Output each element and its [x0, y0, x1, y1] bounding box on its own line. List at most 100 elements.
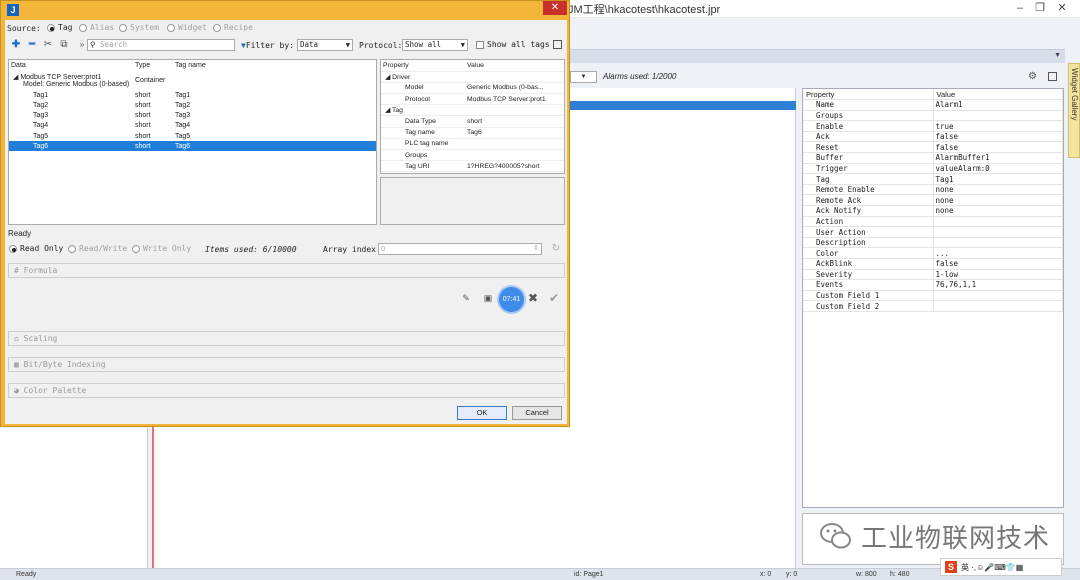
property-row[interactable]: Severity 1-low — [803, 269, 1063, 281]
show-all-tags-checkbox[interactable]: Show all tags — [476, 40, 550, 49]
property-row[interactable]: Remote Enable none — [803, 184, 1063, 196]
property-row[interactable]: Trigger valueAlarm:0 — [803, 163, 1063, 175]
alarm-select[interactable]: ▼ — [570, 71, 597, 83]
radio-alias[interactable]: Alias — [79, 23, 114, 32]
scaling-section[interactable]: ⚖ Scaling — [8, 331, 565, 346]
property-value[interactable]: Alarm1 — [933, 99, 1063, 111]
property-row[interactable]: Action — [803, 216, 1063, 228]
property-row[interactable]: AckBlink false — [803, 258, 1063, 270]
tag-row[interactable]: Tag2 short Tag2 — [9, 100, 376, 110]
add-icon[interactable]: ✚ — [9, 38, 23, 52]
maximize-icon[interactable]: ❐ — [1030, 0, 1050, 16]
property-value[interactable]: false — [933, 141, 1063, 154]
save-icon[interactable]: ▣ — [481, 291, 495, 305]
property-row[interactable]: Data Type short — [381, 115, 564, 128]
property-row[interactable]: Enable true — [803, 120, 1063, 132]
color-palette-section[interactable]: ◕ Color Palette — [8, 383, 565, 398]
array-index-input[interactable]: 0 ⇕ — [378, 243, 542, 255]
property-value[interactable] — [933, 237, 1063, 249]
property-value[interactable] — [933, 226, 1063, 238]
property-value[interactable]: false — [933, 258, 1063, 270]
property-value[interactable]: none — [933, 184, 1063, 196]
property-row[interactable]: Tag name Tag6 — [381, 127, 564, 139]
protocol-select[interactable]: Show all ▼ — [402, 39, 468, 51]
edit-icon[interactable]: ✎ — [459, 291, 473, 305]
data-header[interactable]: Data — [9, 60, 133, 70]
property-row[interactable]: Protocol Modbus TCP Server:prot1 — [381, 93, 564, 106]
window-icon[interactable] — [1048, 72, 1057, 81]
minimize-button[interactable]: – — [1010, 0, 1030, 16]
radio-read-write[interactable]: Read/Write — [68, 244, 127, 253]
radio-recipe[interactable]: Recipe — [213, 23, 253, 32]
refresh-icon[interactable]: ↻ — [549, 242, 563, 256]
property-row[interactable]: Groups — [381, 149, 564, 162]
property-value[interactable]: Tag1 — [933, 173, 1063, 185]
gear-icon[interactable]: ⚙ — [1028, 71, 1037, 82]
property-row[interactable]: Model Generic Modbus (0-bas... — [381, 82, 564, 95]
property-value[interactable] — [933, 110, 1063, 122]
property-row[interactable]: Remote Ack none — [803, 194, 1063, 207]
radio-tag[interactable]: Tag — [47, 23, 72, 32]
property-row[interactable]: Groups — [803, 110, 1063, 122]
property-row[interactable]: Ack false — [803, 131, 1063, 143]
close-icon[interactable]: ✖ — [526, 291, 540, 305]
ok-button[interactable]: OK — [457, 406, 507, 420]
copy-icon[interactable]: ⧉ — [57, 38, 71, 52]
cancel-button[interactable]: Cancel — [512, 406, 562, 420]
property-group[interactable]: ◢ Driver — [381, 71, 564, 83]
tag-row[interactable]: Tag3 short Tag3 — [9, 111, 376, 121]
tag-row[interactable]: Tag4 short Tag4 — [9, 121, 376, 131]
property-row[interactable]: Reset false — [803, 141, 1063, 154]
close-icon[interactable]: ✕ — [1052, 0, 1072, 16]
property-row[interactable]: Buffer AlarmBuffer1 — [803, 152, 1063, 164]
cut-icon[interactable]: ✂ — [41, 38, 55, 52]
property-row[interactable]: Events 76,76,1,1 — [803, 279, 1063, 291]
property-row[interactable]: Tag Tag1 — [803, 173, 1063, 185]
property-value[interactable] — [933, 300, 1063, 312]
tag-row[interactable]: Tag1 short Tag1 — [9, 90, 376, 100]
dialog-close-button[interactable]: ✕ — [543, 1, 567, 15]
radio-write-only[interactable]: Write Only — [132, 244, 191, 253]
radio-read-only[interactable]: Read Only — [9, 244, 63, 253]
property-row[interactable]: Tag URI 1?HREG?400005?short — [381, 160, 564, 173]
property-value[interactable]: none — [933, 194, 1063, 207]
property-value[interactable]: 1-low — [933, 269, 1063, 281]
property-row[interactable]: Custom Field 1 — [803, 290, 1063, 302]
property-group[interactable]: ◢ Tag — [381, 104, 564, 117]
widget-gallery-tab[interactable]: Widget Gallery — [1068, 63, 1080, 158]
property-value[interactable]: none — [933, 205, 1063, 217]
property-row[interactable]: User Action — [803, 226, 1063, 238]
window-icon[interactable] — [553, 40, 562, 49]
filter-select[interactable]: Data ▼ — [297, 39, 353, 51]
tag-row[interactable]: Tag5 short Tag5 — [9, 131, 376, 141]
property-row[interactable]: PLC tag name — [381, 138, 564, 151]
chevron-down-icon[interactable]: ▼ — [1054, 52, 1061, 59]
property-row[interactable]: Custom Field 2 — [803, 300, 1063, 312]
property-value[interactable]: true — [933, 120, 1063, 132]
radio-widget[interactable]: Widget — [167, 23, 207, 32]
search-input[interactable]: ⚲ Search — [87, 39, 235, 51]
ime-toolbar[interactable]: S 英 ·,☺🎤⌨👕▦ — [940, 558, 1062, 576]
radio-system[interactable]: System — [119, 23, 159, 32]
ime-lang[interactable]: 英 ·,☺🎤⌨👕▦ — [961, 562, 1023, 573]
property-value[interactable]: AlarmBuffer1 — [933, 152, 1063, 164]
tree-root[interactable]: ◢ Modbus TCP Server:prot1 Model: Generic … — [9, 70, 376, 90]
property-value[interactable]: 76,76,1,1 — [933, 279, 1063, 291]
formula-section[interactable]: # Formula — [8, 263, 565, 278]
tag-tree[interactable]: Data Type Tag name ◢ Modbus TCP Server:p… — [8, 59, 377, 225]
bit-byte-section[interactable]: ▦ Bit/Byte Indexing — [8, 357, 565, 372]
property-row[interactable]: Description — [803, 237, 1063, 249]
property-value[interactable]: valueAlarm:0 — [933, 163, 1063, 175]
remove-icon[interactable]: ━ — [25, 38, 39, 52]
tag-row[interactable]: Tag6 short Tag6 — [9, 141, 376, 152]
check-icon[interactable]: ✔ — [547, 291, 561, 305]
tag-property-grid[interactable]: Property Value ◢ Driver Model Generic Modb… — [380, 59, 565, 174]
tagname-header[interactable]: Tag name — [173, 60, 376, 70]
selected-alarm-row[interactable] — [570, 101, 796, 110]
property-value[interactable] — [933, 216, 1063, 228]
property-row[interactable]: Color... — [803, 247, 1063, 259]
property-value[interactable]: ... — [933, 247, 1063, 259]
property-row[interactable]: Name Alarm1 — [803, 99, 1063, 111]
property-value[interactable] — [933, 290, 1063, 302]
property-row[interactable]: Ack Notify none — [803, 205, 1063, 217]
